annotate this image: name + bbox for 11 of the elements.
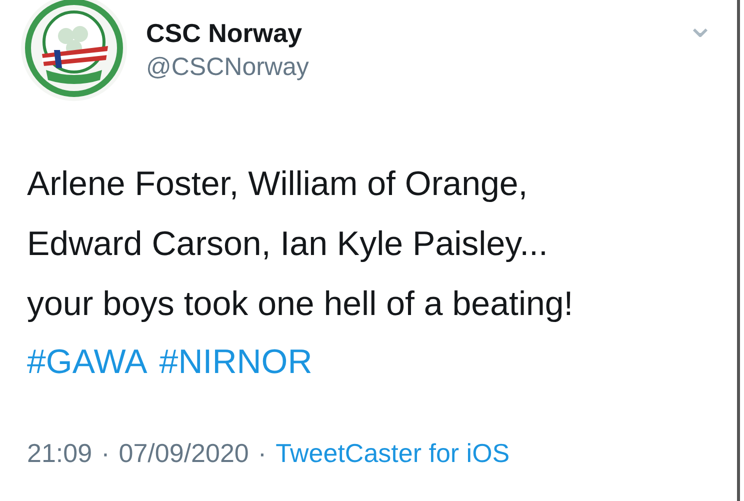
user-handle[interactable]: @CSCNorway (146, 50, 309, 84)
tweet-date: 07/09/2020 (118, 438, 249, 469)
chevron-icon[interactable]: ⌄ (686, 6, 714, 46)
source-link[interactable]: TweetCaster for iOS (276, 438, 510, 469)
hashtag-link[interactable]: #NIRNOR (159, 334, 312, 390)
hashtag-link[interactable]: #GAWA (27, 334, 148, 390)
tweet-text: Arlene Foster, William of Orange, Edward Carson, Ian Kyle Paisley... your boys took one hell of a beating! (27, 164, 574, 325)
separator-dot: · (258, 438, 267, 469)
display-name[interactable]: CSC Norway (146, 16, 309, 50)
tweet-time: 21:09 (27, 438, 92, 469)
separator-dot: · (101, 438, 110, 469)
